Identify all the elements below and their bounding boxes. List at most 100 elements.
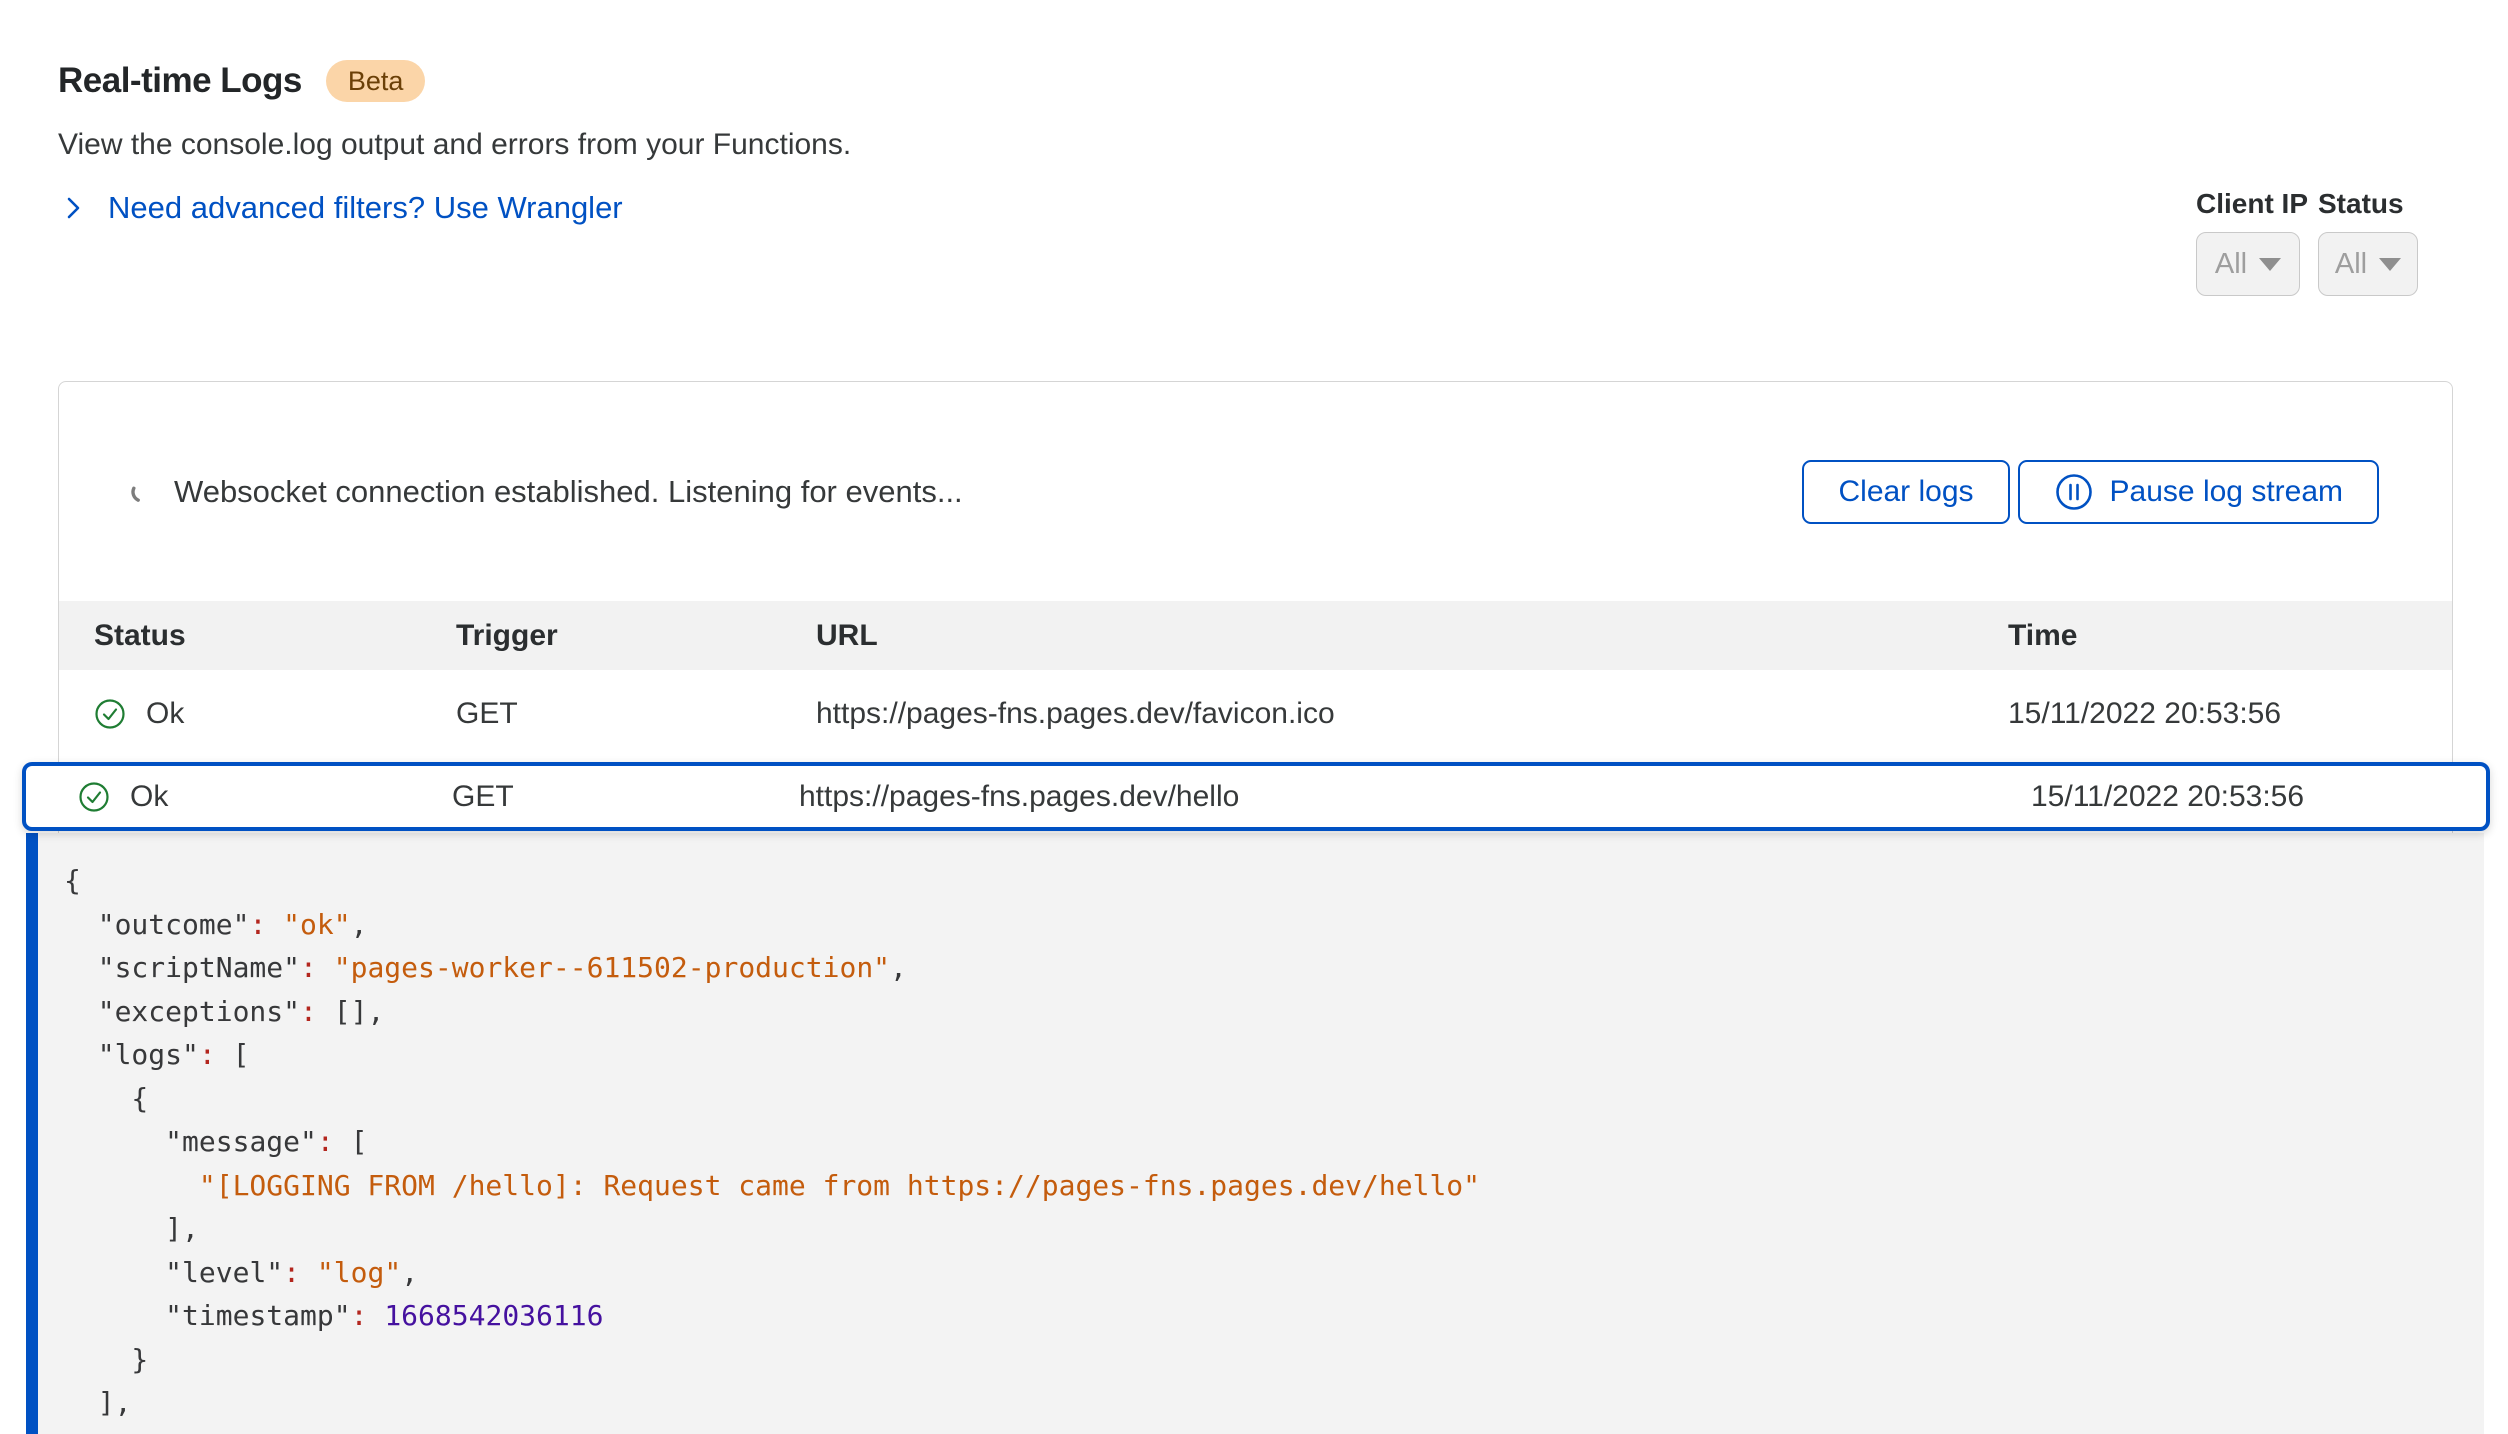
code-token [266, 908, 283, 941]
selected-log-row[interactable]: Ok GET https://pages-fns.pages.dev/hello… [22, 762, 2490, 831]
caret-down-icon [2379, 258, 2401, 271]
status-ok-icon [94, 698, 126, 730]
code-line: } [64, 1338, 2484, 1382]
code-line: "[LOGGING FROM /hello]: Request came fro… [64, 1164, 2484, 1208]
code-line: "timestamp": 1668542036116 [64, 1294, 2484, 1338]
code-token [64, 1038, 98, 1071]
status-dropdown[interactable]: All [2318, 232, 2418, 296]
code-token: [ [216, 1038, 250, 1071]
code-token [64, 1299, 165, 1332]
code-token: [], [317, 995, 384, 1028]
code-token: "log" [317, 1256, 401, 1289]
chevron-right-icon [60, 195, 86, 221]
code-token: , [890, 951, 907, 984]
column-header-status: Status [94, 619, 456, 653]
code-line: { [64, 1077, 2484, 1121]
pause-icon [2054, 472, 2094, 512]
status-cell: Ok [94, 697, 456, 731]
code-token [64, 951, 98, 984]
status-value: Ok [146, 697, 184, 731]
realtime-logs-page: Real-time Logs Beta View the console.log… [0, 0, 2508, 1434]
time-cell: 15/11/2022 20:53:56 [2031, 780, 2486, 814]
client-ip-dropdown[interactable]: All [2196, 232, 2300, 296]
code-token: , [401, 1256, 418, 1289]
code-line: ], [64, 1207, 2484, 1251]
code-token: "pages-worker--611502-production" [334, 951, 890, 984]
spinner-icon [130, 480, 154, 504]
table-row[interactable]: Ok GET https://pages-fns.pages.dev/favic… [59, 670, 2452, 758]
trigger-cell: GET [452, 780, 799, 814]
code-token: , [351, 908, 368, 941]
stream-actions: Clear logs Pause log stream [1802, 460, 2379, 524]
code-token: "outcome" [98, 908, 250, 941]
page-title: Real-time Logs [58, 61, 302, 101]
pause-log-stream-button[interactable]: Pause log stream [2018, 460, 2379, 524]
code-token: [ [334, 1125, 368, 1158]
code-token: : [300, 995, 317, 1028]
code-token: "[LOGGING FROM /hello]: Request came fro… [199, 1169, 1480, 1202]
code-token: ], [64, 1212, 199, 1245]
code-token: { [64, 1082, 148, 1115]
code-token: "message" [165, 1125, 317, 1158]
code-token: "logs" [98, 1038, 199, 1071]
status-dropdown-value: All [2335, 248, 2367, 281]
code-token: 1668542036116 [384, 1299, 603, 1332]
code-line: "exceptions": [], [64, 990, 2484, 1034]
code-token: "ok" [283, 908, 350, 941]
code-line: "logs": [ [64, 1033, 2484, 1077]
column-header-url: URL [816, 619, 2008, 653]
code-line: "level": "log", [64, 1251, 2484, 1295]
wrangler-link-label: Need advanced filters? Use Wrangler [108, 190, 623, 226]
client-ip-dropdown-value: All [2215, 248, 2247, 281]
code-token: : [317, 1125, 334, 1158]
code-line: { [64, 859, 2484, 903]
status-value: Ok [130, 780, 168, 814]
code-line: "message": [ [64, 1120, 2484, 1164]
caret-down-icon [2259, 258, 2281, 271]
code-line: "scriptName": "pages-worker--611502-prod… [64, 946, 2484, 990]
code-token [64, 1256, 165, 1289]
page-header: Real-time Logs Beta [58, 60, 425, 102]
code-token [64, 1169, 199, 1202]
code-token [64, 908, 98, 941]
code-token: } [64, 1343, 148, 1376]
pause-log-stream-label: Pause log stream [2110, 475, 2343, 509]
code-line: ], [64, 1381, 2484, 1425]
websocket-status-message: Websocket connection established. Listen… [174, 474, 963, 510]
code-token: : [283, 1256, 300, 1289]
code-token [64, 1125, 165, 1158]
code-token: : [199, 1038, 216, 1071]
status-ok-icon [78, 781, 110, 813]
code-token: { [64, 864, 81, 897]
code-token [64, 995, 98, 1028]
column-header-time: Time [2008, 619, 2452, 653]
status-label: Status [2318, 188, 2404, 220]
beta-badge: Beta [326, 60, 426, 102]
code-token: : [300, 951, 317, 984]
json-code: { "outcome": "ok", "scriptName": "pages-… [38, 833, 2484, 1425]
trigger-cell: GET [456, 697, 816, 731]
code-token [300, 1256, 317, 1289]
code-line: "outcome": "ok", [64, 903, 2484, 947]
column-header-trigger: Trigger [456, 619, 816, 653]
log-detail-panel: { "outcome": "ok", "scriptName": "pages-… [26, 833, 2484, 1434]
code-token: ], [64, 1386, 131, 1419]
time-cell: 15/11/2022 20:53:56 [2008, 697, 2452, 731]
code-token: "timestamp" [165, 1299, 350, 1332]
code-token [317, 951, 334, 984]
url-cell: https://pages-fns.pages.dev/hello [799, 780, 2031, 814]
clear-logs-label: Clear logs [1838, 475, 1973, 509]
code-token: "level" [165, 1256, 283, 1289]
page-subtitle: View the console.log output and errors f… [58, 128, 851, 162]
code-token: : [351, 1299, 368, 1332]
wrangler-link[interactable]: Need advanced filters? Use Wrangler [60, 190, 623, 226]
code-token: "scriptName" [98, 951, 300, 984]
stream-status-bar: Websocket connection established. Listen… [59, 382, 2452, 601]
clear-logs-button[interactable]: Clear logs [1802, 460, 2009, 524]
client-ip-label: Client IP [2196, 188, 2308, 220]
code-token: : [249, 908, 266, 941]
url-cell: https://pages-fns.pages.dev/favicon.ico [816, 697, 2008, 731]
status-cell: Ok [78, 780, 452, 814]
code-token: "exceptions" [98, 995, 300, 1028]
code-token [367, 1299, 384, 1332]
